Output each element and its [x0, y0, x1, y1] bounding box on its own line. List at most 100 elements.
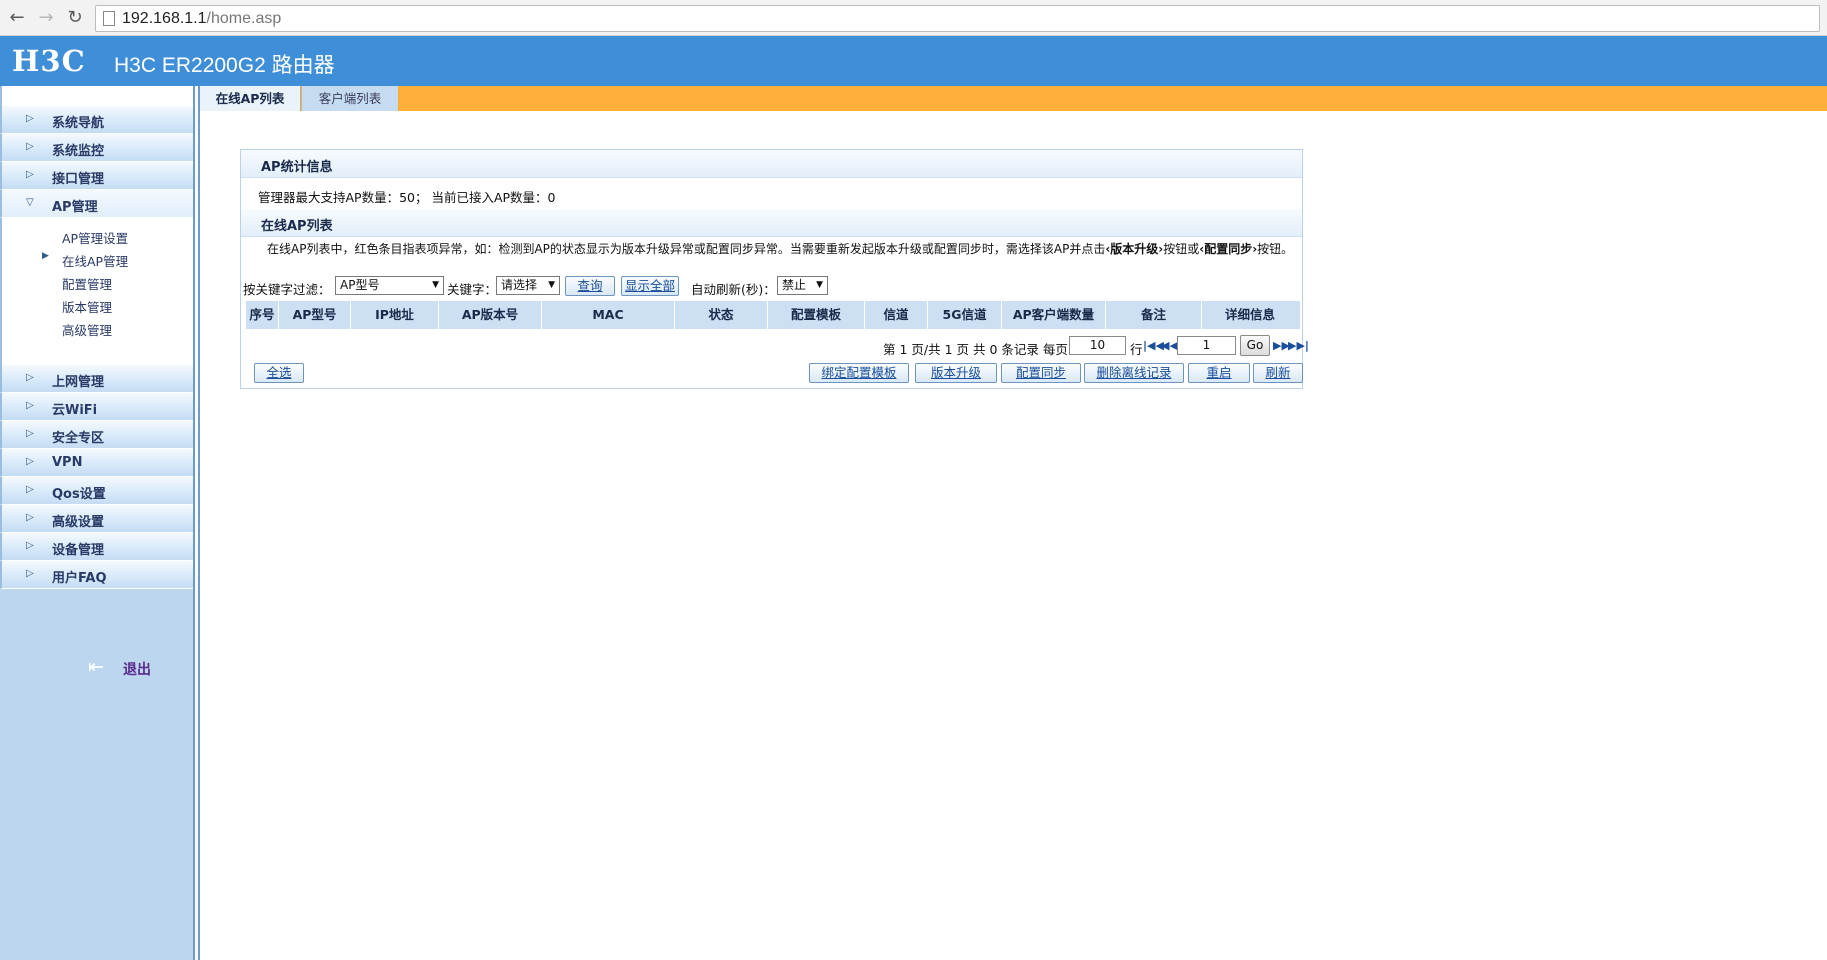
reboot-button[interactable]: 重启 — [1188, 363, 1250, 383]
ap-stats-text: 管理器最大支持AP数量：50； 当前已接入AP数量：0 — [258, 190, 556, 205]
sidebar-item-label: 系统监控 — [52, 144, 105, 159]
address-bar[interactable]: 192.168.1.1/home.asp — [95, 5, 1820, 32]
sidebar-item-label: 安全专区 — [52, 431, 105, 446]
delete-offline-button[interactable]: 删除离线记录 — [1084, 363, 1184, 383]
submenu-item-label: 高级管理 — [62, 323, 113, 338]
column-header[interactable]: AP型号 — [279, 301, 351, 329]
sidebar-item-device[interactable]: ▷ 设备管理 — [0, 533, 193, 561]
expand-arrow-icon: ▷ — [26, 456, 34, 467]
submenu-item-advanced[interactable]: 高级管理 — [2, 316, 193, 339]
column-header[interactable]: MAC — [542, 301, 675, 329]
url-text: 192.168.1.1/home.asp — [122, 10, 281, 28]
submenu-item-version[interactable]: 版本管理 — [2, 293, 193, 316]
sidebar-item-ap-management[interactable]: ▽ AP管理 — [0, 190, 193, 218]
expand-arrow-icon: ▷ — [26, 141, 34, 152]
sidebar-item-label: 用户FAQ — [52, 571, 107, 586]
current-item-arrow-icon: ▶ — [42, 251, 49, 261]
submenu-item-label: 版本管理 — [62, 300, 113, 315]
query-button[interactable]: 查询 — [565, 276, 615, 296]
list-section-header: 在线AP列表 — [241, 209, 1302, 237]
expand-arrow-icon: ▷ — [26, 512, 34, 523]
sidebar-item-label: 高级设置 — [52, 515, 105, 530]
auto-refresh-label: 自动刷新(秒)： — [691, 282, 776, 297]
collapse-arrow-icon: ▽ — [26, 197, 34, 208]
tab-online-ap-list[interactable]: 在线AP列表 — [200, 86, 301, 111]
upgrade-button[interactable]: 版本升级 — [915, 363, 997, 383]
column-header[interactable]: 状态 — [675, 301, 768, 329]
stats-section-header: AP统计信息 — [241, 150, 1302, 178]
filter-field-select[interactable]: AP型号 ▼ — [335, 276, 444, 295]
refresh-button[interactable]: 刷新 — [1253, 363, 1303, 383]
sidebar-item-label: 系统导航 — [52, 116, 105, 131]
select-all-button[interactable]: 全选 — [254, 363, 304, 383]
expand-arrow-icon: ▷ — [26, 484, 34, 495]
column-header[interactable]: 5G信道 — [928, 301, 1002, 329]
expand-arrow-icon: ▷ — [26, 568, 34, 579]
prev-page-icon[interactable]: ◀◀ — [1161, 339, 1178, 352]
section-title: 在线AP列表 — [261, 219, 333, 234]
sidebar-item-label: 云WiFi — [52, 403, 98, 418]
sidebar-item-system-monitor[interactable]: ▷ 系统监控 — [0, 134, 193, 162]
sidebar-item-label: AP管理 — [52, 200, 98, 215]
expand-arrow-icon: ▷ — [26, 428, 34, 439]
rows-label: 行 — [1130, 342, 1143, 357]
url-host: 192.168.1.1 — [122, 10, 207, 27]
auto-refresh-select[interactable]: 禁止 ▼ — [777, 276, 828, 295]
go-button[interactable]: Go — [1240, 335, 1270, 356]
sidebar: ▷ 系统导航 ▷ 系统监控 ▷ 接口管理 ▽ AP管理 AP管理设置 ▶ 在线A… — [0, 86, 195, 960]
column-header[interactable]: 详细信息 — [1202, 301, 1298, 329]
pagination: 第 1 页/共 1 页 共 0 条记录 每页 10 行 |◀◀ ◀◀ 1 Go … — [243, 335, 1309, 357]
sidebar-item-cloud-wifi[interactable]: ▷ 云WiFi — [0, 393, 193, 421]
page-icon — [103, 11, 115, 26]
sidebar-item-security[interactable]: ▷ 安全专区 — [0, 421, 193, 449]
browser-toolbar: ← → ↻ 192.168.1.1/home.asp — [0, 0, 1827, 36]
action-bar: 全选 绑定配置模板 版本升级 配置同步 删除离线记录 重启 刷新 — [243, 363, 1303, 385]
sidebar-item-advanced-settings[interactable]: ▷ 高级设置 — [0, 505, 193, 533]
column-header[interactable]: AP客户端数量 — [1002, 301, 1106, 329]
bind-template-button[interactable]: 绑定配置模板 — [809, 363, 909, 383]
submenu-item-ap-settings[interactable]: AP管理设置 — [2, 224, 193, 247]
sidebar-item-interface[interactable]: ▷ 接口管理 — [0, 162, 193, 190]
column-header[interactable]: 备注 — [1106, 301, 1202, 329]
url-path: /home.asp — [206, 10, 282, 27]
column-header[interactable]: 序号 — [246, 301, 279, 329]
section-title: AP统计信息 — [261, 160, 333, 175]
submenu-item-config[interactable]: 配置管理 — [2, 270, 193, 293]
expand-arrow-icon: ▷ — [26, 113, 34, 124]
page-number-input[interactable]: 1 — [1177, 336, 1236, 355]
sidebar-item-qos[interactable]: ▷ Qos设置 — [0, 477, 193, 505]
column-header[interactable]: 信道 — [865, 301, 928, 329]
config-sync-button[interactable]: 配置同步 — [1001, 363, 1081, 383]
sidebar-item-vpn[interactable]: ▷ VPN — [0, 449, 193, 477]
logout-icon: ⇤ — [88, 656, 104, 678]
reload-icon[interactable]: ↻ — [63, 6, 87, 30]
desc-text: 在线AP列表中，红色条目指表项异常，如：检测到AP的状态显示为版本升级异常或配置… — [267, 242, 1106, 256]
submenu-item-label: AP管理设置 — [62, 231, 129, 246]
last-page-icon[interactable]: ▶▶| — [1288, 339, 1309, 352]
rows-per-page-input[interactable]: 10 — [1069, 336, 1126, 355]
column-header[interactable]: IP地址 — [351, 301, 439, 329]
sidebar-item-system-nav[interactable]: ▷ 系统导航 — [0, 106, 193, 134]
select-value: 请选择 — [501, 278, 538, 292]
desc-sync-ref: ‹配置同步› — [1199, 242, 1258, 256]
submenu-item-online-ap[interactable]: ▶ 在线AP管理 — [2, 247, 193, 270]
sidebar-item-internet[interactable]: ▷ 上网管理 — [0, 365, 193, 393]
logout-label: 退出 — [123, 662, 151, 678]
dropdown-arrow-icon: ▼ — [432, 280, 439, 290]
sidebar-item-faq[interactable]: ▷ 用户FAQ — [0, 561, 193, 589]
forward-icon[interactable]: → — [34, 6, 58, 30]
column-header[interactable]: 配置模板 — [768, 301, 865, 329]
expand-arrow-icon: ▷ — [26, 540, 34, 551]
show-all-button[interactable]: 显示全部 — [621, 276, 679, 296]
expand-arrow-icon: ▷ — [26, 400, 34, 411]
select-value: 禁止 — [782, 278, 807, 292]
tab-bar: 在线AP列表 客户端列表 — [200, 86, 1827, 111]
submenu-item-label: 配置管理 — [62, 277, 113, 292]
column-header[interactable]: AP版本号 — [439, 301, 542, 329]
sidebar-item-label: VPN — [52, 455, 83, 470]
keyword-select[interactable]: 请选择 ▼ — [496, 276, 560, 295]
sidebar-item-label: 接口管理 — [52, 172, 105, 187]
tab-client-list[interactable]: 客户端列表 — [302, 86, 398, 111]
filter-row: 按关键字过滤： AP型号 ▼ 关键字： 请选择 ▼ 查询 显示全部 自动刷新(秒… — [243, 276, 1301, 298]
back-icon[interactable]: ← — [5, 6, 29, 30]
